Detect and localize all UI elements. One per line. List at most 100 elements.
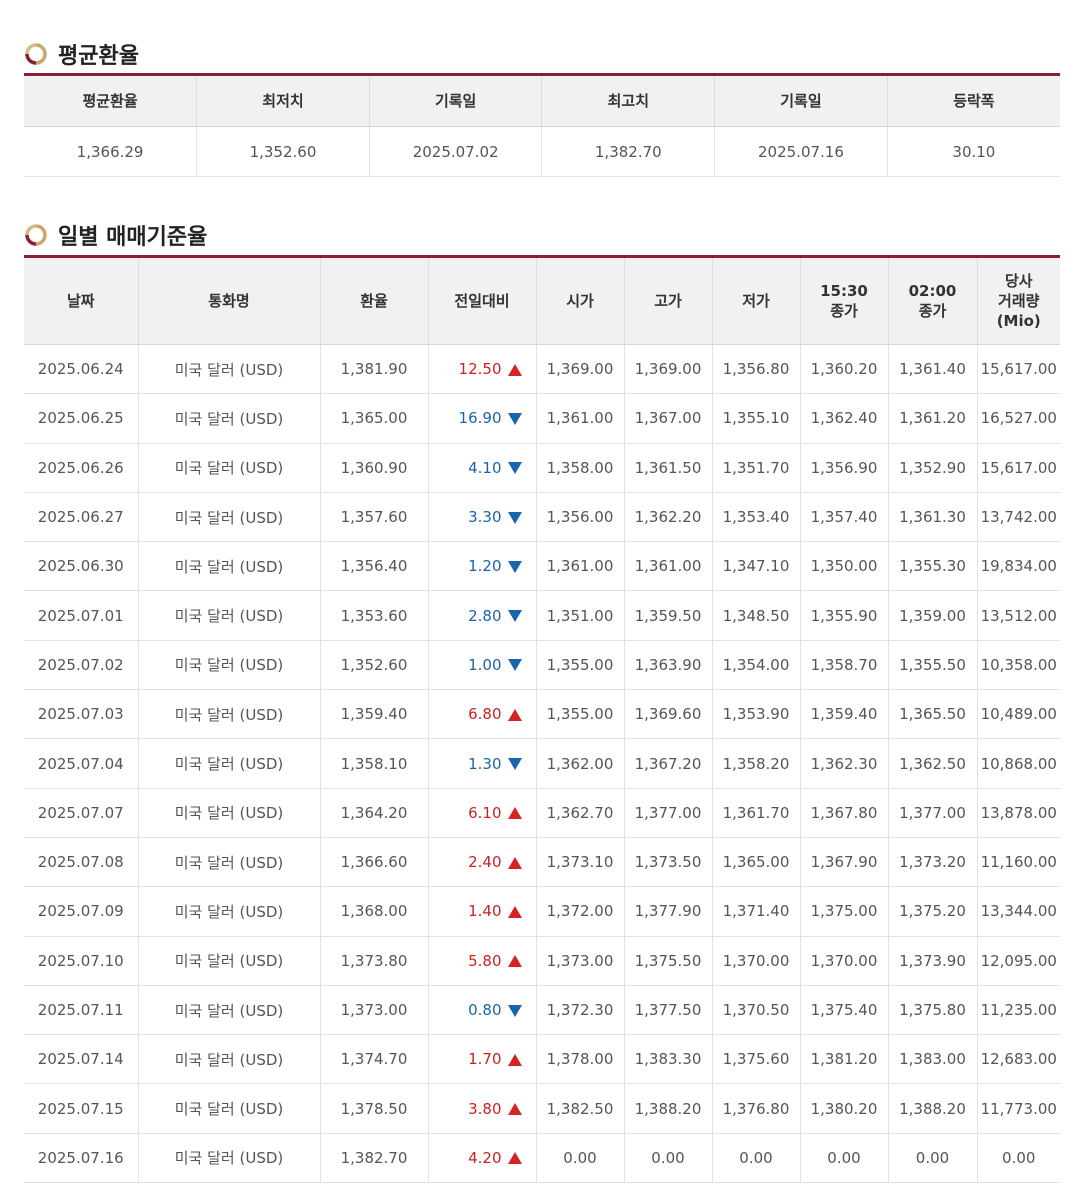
table-row: 2025.07.01 미국 달러 (USD) 1,353.60 2.80 1,351.0… [24, 590, 1060, 641]
summary-header-row: 평균환율 최저치 기록일 최고치 기록일 등락폭 [24, 74, 1060, 127]
value-average: 1,366.29 [24, 126, 198, 177]
cell-rate: 1,359.40 [320, 689, 429, 740]
cell-high: 1,361.00 [624, 541, 713, 592]
cell-close-0200: 1,375.20 [888, 886, 978, 937]
cell-close-1530: 1,375.40 [800, 985, 889, 1036]
header-open: 시가 [536, 256, 625, 345]
cell-date: 2025.06.30 [24, 541, 139, 592]
cell-volume: 15,617.00 [977, 443, 1060, 493]
header-highest-date: 기록일 [714, 74, 888, 127]
cell-close-0200: 1,362.50 [888, 738, 978, 789]
cell-date: 2025.07.01 [24, 590, 139, 641]
cell-low: 1,365.00 [712, 837, 801, 888]
cell-currency: 미국 달러 (USD) [138, 936, 321, 986]
cell-close-1530: 1,359.40 [800, 689, 889, 740]
cell-close-0200: 1,373.90 [888, 936, 978, 986]
cell-date: 2025.06.24 [24, 344, 139, 395]
change-value: 12.50 [458, 360, 502, 379]
triangle-up-icon [507, 1152, 522, 1165]
header-lowest: 최저치 [196, 74, 370, 127]
cell-change: 1.30 [428, 738, 537, 789]
cell-change: 12.50 [428, 344, 537, 395]
value-lowest: 1,352.60 [196, 126, 370, 177]
cell-close-1530: 1,362.30 [800, 738, 889, 789]
cell-high: 1,367.00 [624, 393, 713, 444]
cell-currency: 미국 달러 (USD) [138, 1133, 321, 1184]
header-close-0200: 02:00 종가 [888, 256, 978, 345]
cell-open: 1,356.00 [536, 492, 625, 543]
cell-currency: 미국 달러 (USD) [138, 443, 321, 493]
cell-low: 1,351.70 [712, 443, 801, 493]
header-lowest-date: 기록일 [369, 74, 543, 127]
cell-currency: 미국 달러 (USD) [138, 344, 321, 395]
cell-high: 1,373.50 [624, 837, 713, 888]
table-row: 2025.07.11 미국 달러 (USD) 1,373.00 0.80 1,372.3… [24, 985, 1060, 1036]
change-value: 2.40 [468, 853, 502, 872]
cell-close-0200: 1,373.20 [888, 837, 978, 888]
cell-close-1530: 1,367.90 [800, 837, 889, 888]
cell-date: 2025.07.15 [24, 1083, 139, 1134]
triangle-down-icon [507, 610, 522, 623]
cell-open: 1,362.00 [536, 738, 625, 789]
cell-close-1530: 1,375.00 [800, 886, 889, 937]
value-highest: 1,382.70 [541, 126, 716, 177]
triangle-up-icon [507, 955, 522, 968]
cell-rate: 1,373.80 [320, 936, 429, 986]
cell-currency: 미국 달러 (USD) [138, 590, 321, 641]
cell-date: 2025.07.14 [24, 1034, 139, 1085]
cell-high: 1,367.20 [624, 738, 713, 789]
cell-low: 0.00 [712, 1133, 801, 1184]
daily-section-title: 일별 매매기준율 [24, 219, 207, 251]
triangle-down-icon [507, 462, 522, 475]
cell-high: 1,388.20 [624, 1083, 713, 1134]
cell-change: 6.10 [428, 788, 537, 838]
table-row: 2025.07.08 미국 달러 (USD) 1,366.60 2.40 1,373.1… [24, 837, 1060, 888]
cell-rate: 1,374.70 [320, 1034, 429, 1085]
header-volume: 당사 거래량 (Mio) [977, 256, 1060, 345]
cell-date: 2025.06.27 [24, 492, 139, 543]
change-value: 0.80 [468, 1001, 502, 1019]
cell-change: 1.20 [428, 541, 537, 592]
cell-open: 1,361.00 [536, 541, 625, 592]
cell-change: 2.40 [428, 837, 537, 888]
cell-currency: 미국 달러 (USD) [138, 1034, 321, 1085]
cell-low: 1,354.00 [712, 640, 801, 691]
cell-volume: 11,773.00 [977, 1083, 1060, 1134]
cell-high: 1,369.60 [624, 689, 713, 740]
header-change: 전일대비 [428, 256, 537, 345]
change-value: 4.10 [468, 458, 502, 477]
cell-open: 1,355.00 [536, 689, 625, 740]
cell-close-0200: 1,388.20 [888, 1083, 978, 1134]
cell-rate: 1,360.90 [320, 443, 429, 493]
cell-low: 1,353.90 [712, 689, 801, 740]
cell-rate: 1,378.50 [320, 1083, 429, 1134]
cell-volume: 13,512.00 [977, 590, 1060, 641]
cell-open: 1,372.30 [536, 985, 625, 1036]
cell-open: 1,382.50 [536, 1083, 625, 1134]
cell-open: 1,372.00 [536, 886, 625, 937]
cell-change: 1.40 [428, 886, 537, 937]
triangle-down-icon [507, 758, 522, 771]
cell-volume: 11,235.00 [977, 985, 1060, 1036]
table-row: 2025.07.07 미국 달러 (USD) 1,364.20 6.10 1,362.7… [24, 788, 1060, 838]
cell-volume: 12,095.00 [977, 936, 1060, 986]
cell-close-0200: 1,383.00 [888, 1034, 978, 1085]
daily-table-body: 2025.06.24 미국 달러 (USD) 1,381.90 12.50 1,369.… [24, 344, 1060, 1184]
cell-open: 1,373.10 [536, 837, 625, 888]
cell-close-0200: 1,352.90 [888, 443, 978, 493]
cell-close-1530: 1,367.80 [800, 788, 889, 838]
cell-rate: 1,357.60 [320, 492, 429, 543]
cell-close-1530: 1,358.70 [800, 640, 889, 691]
cell-high: 1,363.90 [624, 640, 713, 691]
header-average: 평균환율 [24, 74, 198, 127]
cell-change: 1.70 [428, 1034, 537, 1085]
cell-close-0200: 1,375.80 [888, 985, 978, 1036]
table-row: 2025.06.24 미국 달러 (USD) 1,381.90 12.50 1,369.… [24, 344, 1060, 395]
cell-date: 2025.07.16 [24, 1133, 139, 1184]
cell-currency: 미국 달러 (USD) [138, 837, 321, 888]
cell-currency: 미국 달러 (USD) [138, 492, 321, 543]
header-date: 날짜 [24, 256, 139, 345]
cell-change: 6.80 [428, 689, 537, 740]
table-row: 2025.07.09 미국 달러 (USD) 1,368.00 1.40 1,372.0… [24, 886, 1060, 937]
header-rate: 환율 [320, 256, 429, 345]
